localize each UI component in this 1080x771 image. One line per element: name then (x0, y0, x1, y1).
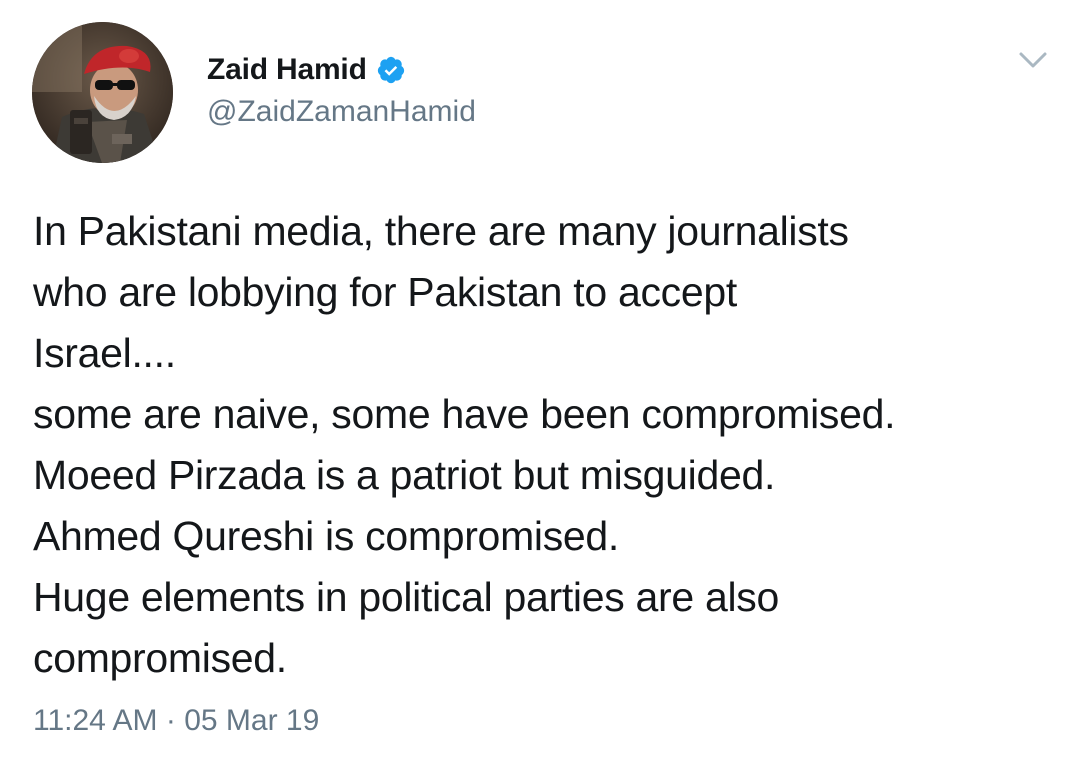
author-display-name[interactable]: Zaid Hamid (207, 53, 367, 87)
avatar[interactable] (32, 22, 173, 163)
chevron-down-icon[interactable] (1015, 46, 1051, 74)
avatar-image (32, 22, 173, 163)
tweet-text-line: Ahmed Qureshi is compromised. (33, 513, 620, 559)
timestamp-separator: · (165, 704, 176, 737)
tweet-timestamp[interactable]: 11:24 AM · 05 Mar 19 (33, 704, 319, 738)
tweet-text-line: Huge elements in political parties are a… (33, 574, 780, 620)
author-name-row: Zaid Hamid (207, 50, 406, 90)
verified-badge-icon (376, 55, 406, 85)
tweet-text-line: Israel.... (33, 330, 176, 376)
tweet-time: 11:24 AM (33, 704, 158, 737)
tweet-text-line: compromised. (33, 635, 287, 681)
tweet-text-line: Moeed Pirzada is a patriot but misguided… (33, 452, 776, 498)
author-handle[interactable]: @ZaidZamanHamid (207, 95, 476, 129)
tweet-text-line: In Pakistani media, there are many journ… (33, 208, 849, 254)
tweet-date: 05 Mar 19 (184, 704, 320, 737)
tweet-text-line: some are naive, some have been compromis… (33, 391, 896, 437)
tweet-text-line: who are lobbying for Pakistan to accept (33, 269, 737, 315)
tweet-text: In Pakistani media, there are many journ… (33, 201, 1073, 689)
tweet-card: Zaid Hamid @ZaidZamanHamid In Pakistani … (0, 0, 1080, 771)
